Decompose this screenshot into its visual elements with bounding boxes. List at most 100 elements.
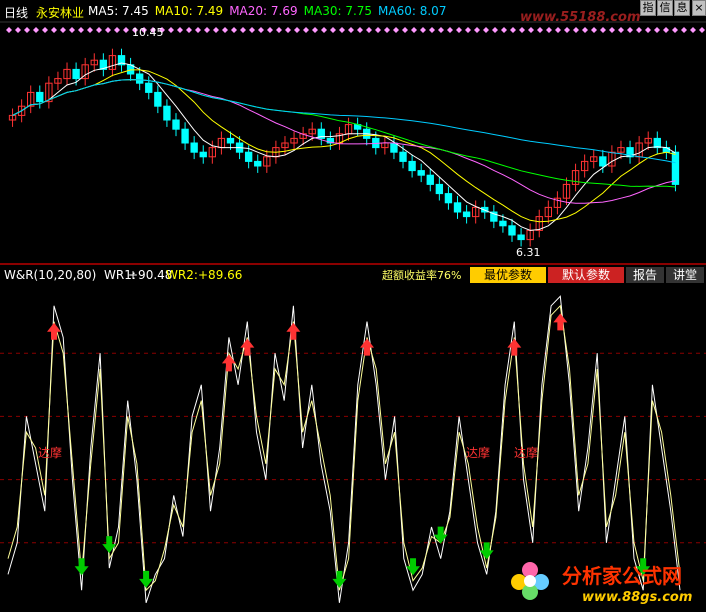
signal-diamond — [654, 27, 660, 33]
signal-diamond — [87, 27, 93, 33]
candle-body — [72, 68, 80, 80]
tab-default-params[interactable]: 默认参数 — [548, 267, 624, 283]
ma-legend-item: MA30: 7.75 — [303, 4, 373, 18]
signal-diamond — [330, 27, 336, 33]
signal-diamond — [33, 27, 39, 33]
signal-diamond — [384, 27, 390, 33]
candle-body — [435, 183, 444, 195]
low-price-label: 6.31 — [516, 246, 541, 259]
toolbar-button-xin[interactable]: 信 — [657, 0, 673, 16]
candle-body — [244, 151, 253, 162]
ma-legend-item: MA5: 7.45 — [88, 4, 149, 18]
watermark-url: www.55188.com — [520, 10, 641, 25]
stock-name: 永安林业 — [36, 6, 85, 20]
signal-diamond — [240, 27, 246, 33]
signal-diamond — [636, 27, 642, 33]
signal-diamond — [366, 27, 372, 33]
signal-diamond — [357, 27, 363, 33]
signal-diamond — [429, 27, 435, 33]
signal-diamond — [186, 27, 192, 33]
signal-diamond — [69, 27, 75, 33]
ma-legend-item: MA60: 8.07 — [378, 4, 447, 18]
signal-diamond — [582, 27, 588, 33]
signal-diamond — [339, 27, 345, 33]
signal-diamond — [114, 27, 120, 33]
candle-body — [671, 151, 680, 185]
close-icon[interactable]: × — [692, 0, 706, 16]
signal-diamond — [24, 27, 30, 33]
signal-diamond — [204, 27, 210, 33]
signal-diamond — [546, 27, 552, 33]
buy-arrow-icon — [553, 313, 568, 331]
signal-diamond — [456, 27, 462, 33]
signal-diamond — [501, 27, 507, 33]
tab-best-params[interactable]: 最优参数 — [470, 267, 546, 283]
signal-diamond — [222, 27, 228, 33]
candle-body — [199, 151, 207, 158]
signal-diamond — [474, 27, 480, 33]
candle-body — [517, 234, 525, 241]
signal-diamond — [177, 27, 183, 33]
signal-diamond — [618, 27, 624, 33]
ma-legend-item: MA10: 7.49 — [154, 4, 224, 18]
ma-line — [12, 62, 676, 231]
signal-diamond — [303, 27, 309, 33]
candle-body — [417, 170, 425, 176]
candle-body — [662, 147, 671, 153]
candle-body — [36, 91, 44, 103]
candle-body — [499, 220, 507, 227]
signal-diamond — [438, 27, 444, 33]
signal-diamond — [672, 27, 678, 33]
signal-diamond — [78, 27, 84, 33]
signal-diamond — [420, 27, 426, 33]
candle-body — [508, 225, 516, 236]
wr-panel — [0, 295, 706, 603]
signal-diamond — [627, 27, 633, 33]
period-label: 日线 — [4, 6, 29, 20]
candle-body — [163, 105, 171, 121]
signal-diamond — [690, 27, 696, 33]
logo-url: www.88gs.com — [582, 590, 693, 605]
signal-diamond — [645, 27, 651, 33]
signal-diamond — [231, 27, 237, 33]
signal-diamond — [285, 27, 291, 33]
candle-body — [408, 160, 416, 172]
signal-diamond — [267, 27, 273, 33]
logo-flower-icon — [510, 558, 550, 604]
excess-return-label: 超额收益率76% — [382, 269, 462, 282]
signal-diamond — [483, 27, 489, 33]
tab-lecture[interactable]: 讲堂 — [666, 267, 704, 283]
candle-body — [399, 151, 407, 162]
chart-canvas — [0, 21, 706, 603]
sell-arrow-icon — [74, 558, 89, 576]
candle-body — [190, 142, 198, 153]
damo-label-1: 达摩 — [38, 446, 63, 460]
signal-diamond — [123, 27, 129, 33]
toolbar-button-zhi[interactable]: 指 — [640, 0, 656, 16]
candle-body — [135, 73, 144, 84]
candle-body — [453, 202, 462, 213]
signal-diamond — [555, 27, 561, 33]
signal-diamond — [699, 27, 705, 33]
signal-diamond — [609, 27, 615, 33]
candle-body — [172, 119, 180, 130]
toolbar-button-xi[interactable]: 息 — [674, 0, 690, 16]
signal-diamond — [348, 27, 354, 33]
signal-diamond — [681, 27, 687, 33]
signal-diamond — [564, 27, 570, 33]
signal-diamond — [402, 27, 408, 33]
ma-legend-item: MA20: 7.69 — [229, 4, 298, 18]
signal-diamond — [294, 27, 300, 33]
buy-arrow-icon — [221, 354, 236, 372]
signal-diamond — [312, 27, 318, 33]
signal-diamond — [447, 27, 453, 33]
signal-diamond — [51, 27, 57, 33]
signal-diamond — [537, 27, 543, 33]
tab-report[interactable]: 报告 — [626, 267, 664, 283]
high-price-label: 10.45 — [132, 26, 164, 39]
signal-diamond — [573, 27, 579, 33]
signal-diamond — [375, 27, 381, 33]
stock-chart-window: 日线 永安林业 MA5: 7.45 MA10: 7.49 MA20: 7.69 MA3… — [0, 0, 706, 612]
signal-diamond — [96, 27, 102, 33]
signal-diamond — [249, 27, 255, 33]
